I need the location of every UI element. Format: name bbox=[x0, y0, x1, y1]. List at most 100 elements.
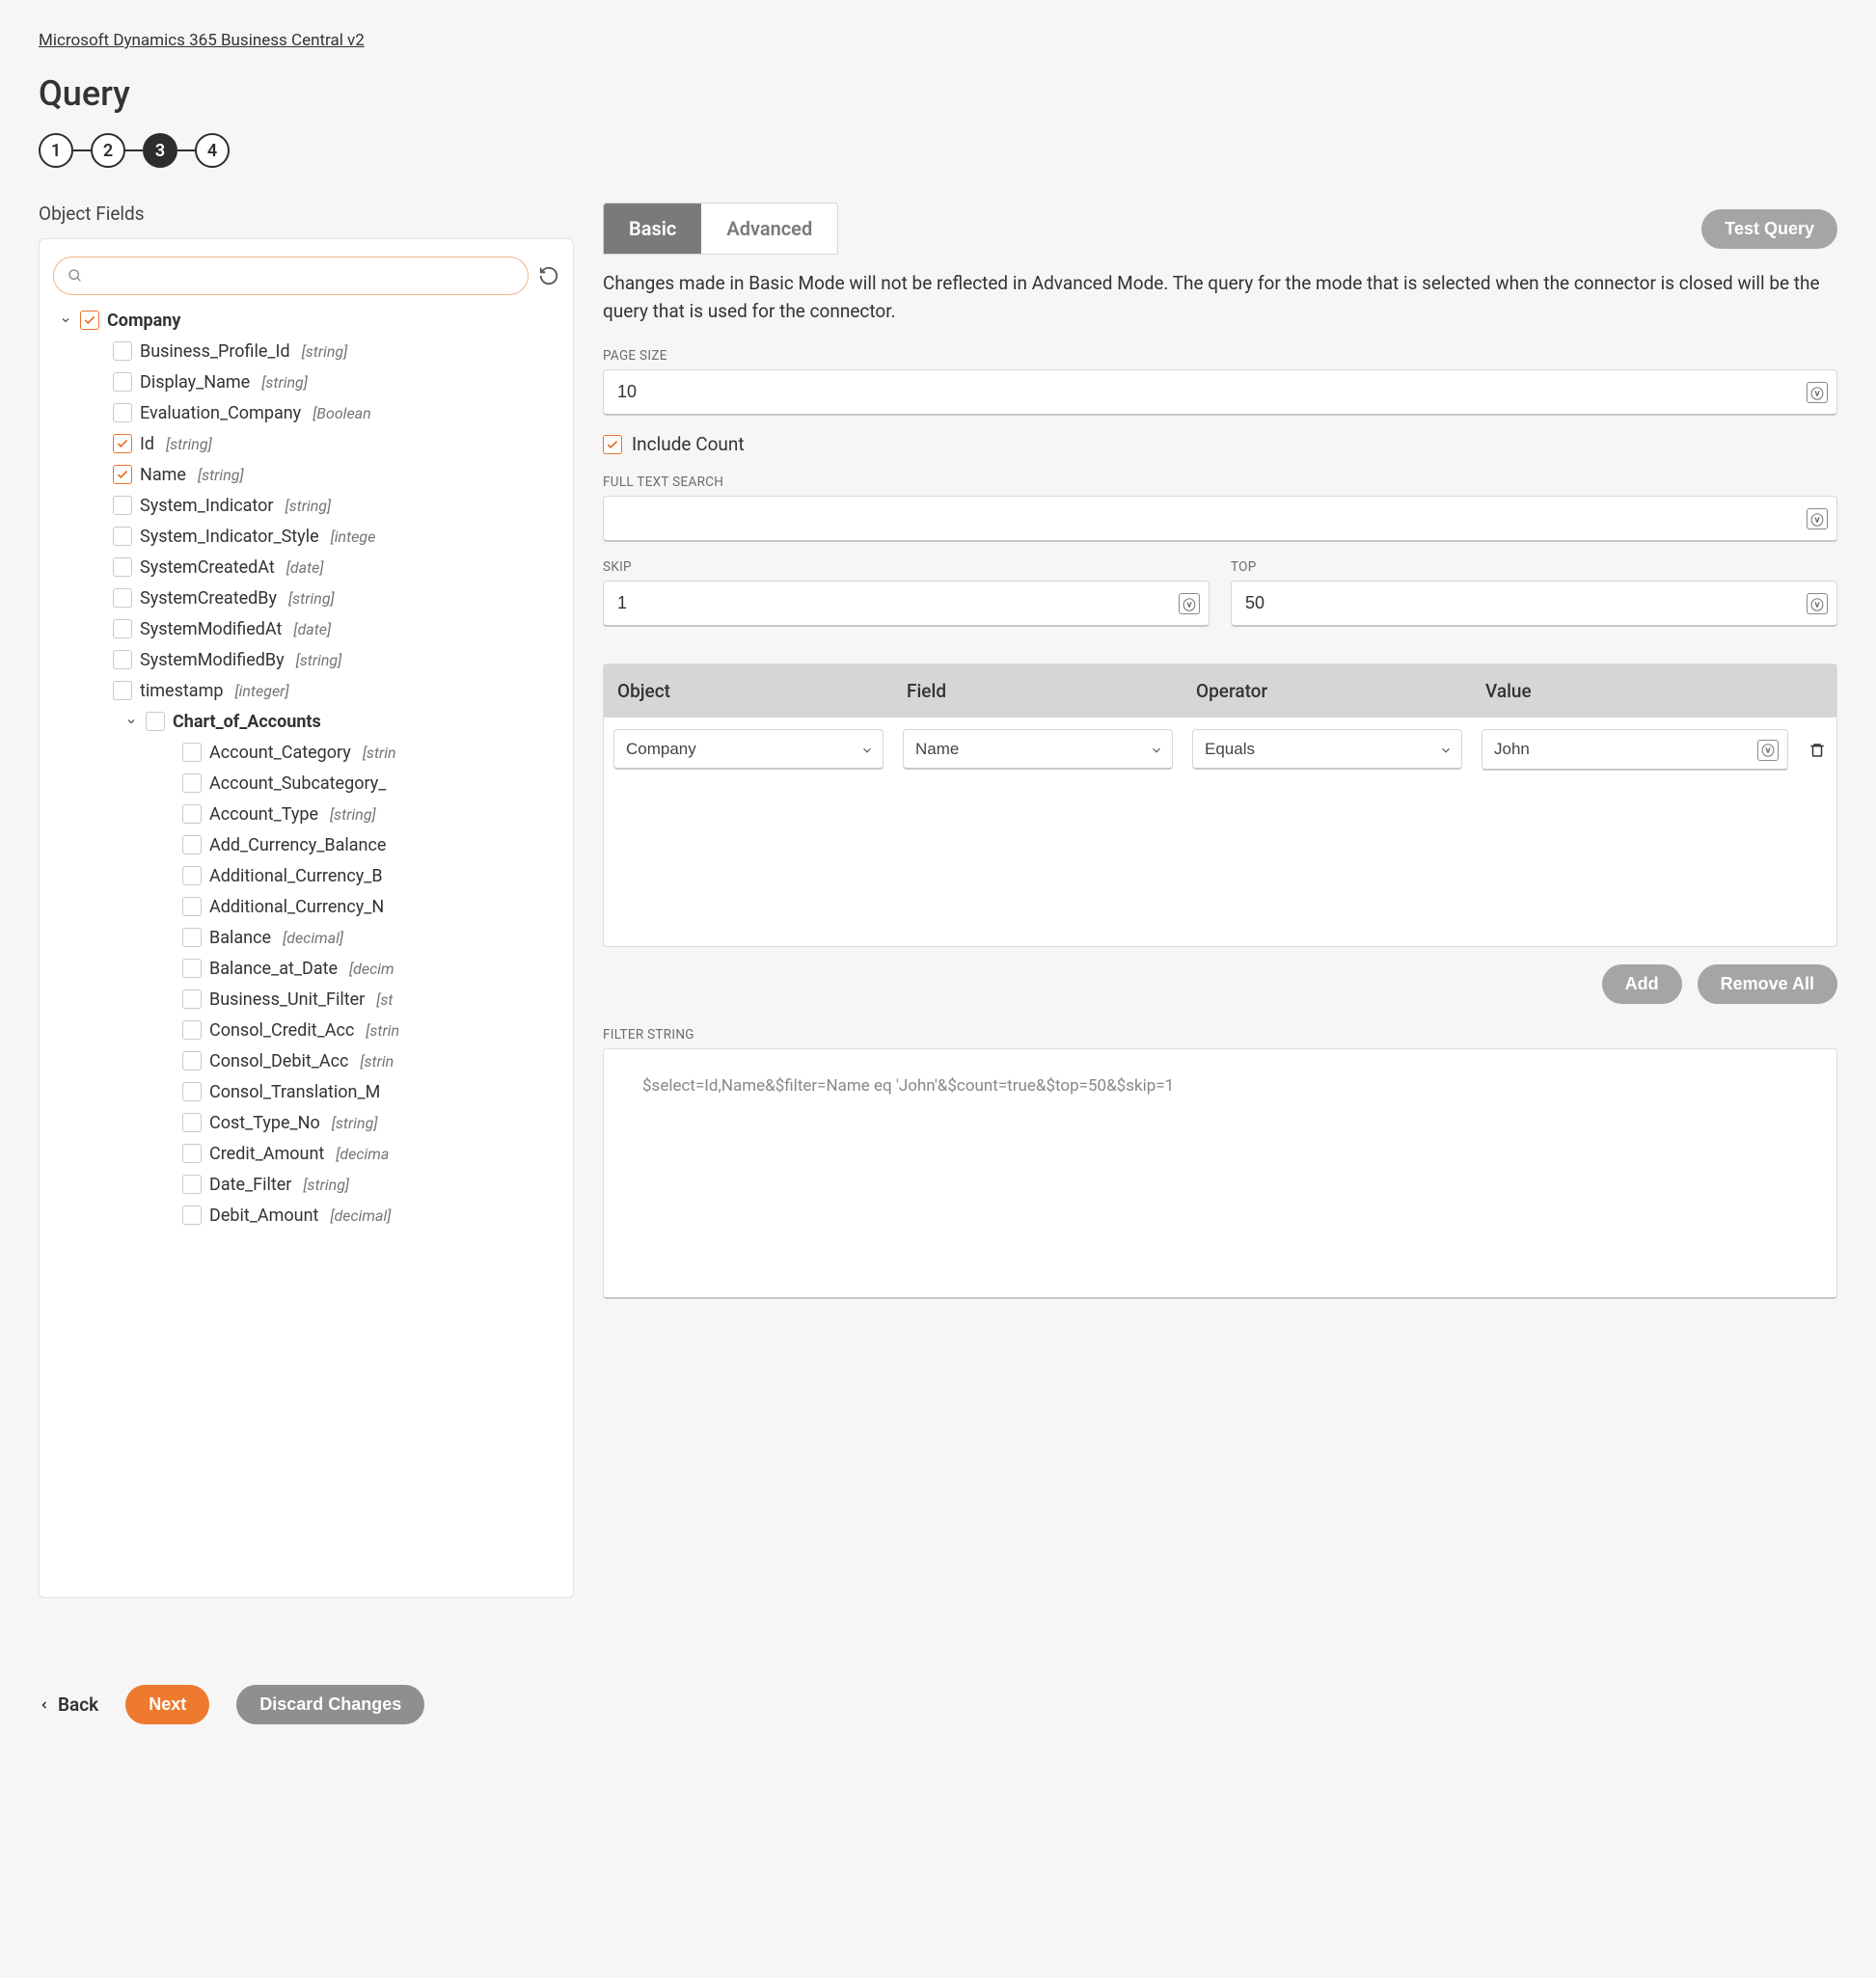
variable-icon[interactable]: ⓥ bbox=[1807, 382, 1828, 403]
tab-basic[interactable]: Basic bbox=[604, 203, 701, 254]
tree-checkbox[interactable] bbox=[182, 1051, 202, 1070]
tree-node[interactable]: Additional_Currency_B bbox=[53, 860, 559, 891]
remove-all-button[interactable]: Remove All bbox=[1698, 964, 1837, 1004]
top-input[interactable] bbox=[1231, 581, 1837, 627]
tree-checkbox[interactable] bbox=[182, 897, 202, 916]
tree-node[interactable]: Balance_at_Date[decim bbox=[53, 953, 559, 984]
tree-checkbox[interactable] bbox=[113, 619, 132, 638]
tree-node[interactable]: Add_Currency_Balance bbox=[53, 829, 559, 860]
filter-operator-select[interactable]: Equals bbox=[1192, 729, 1462, 770]
tree-checkbox[interactable] bbox=[113, 496, 132, 515]
tree-node[interactable]: Additional_Currency_N bbox=[53, 891, 559, 922]
tree-node[interactable]: Display_Name[string] bbox=[53, 366, 559, 397]
tree-checkbox[interactable] bbox=[80, 311, 99, 330]
tree-checkbox[interactable] bbox=[182, 835, 202, 854]
tree-node[interactable]: Date_Filter[string] bbox=[53, 1169, 559, 1200]
breadcrumb-link[interactable]: Microsoft Dynamics 365 Business Central … bbox=[39, 31, 365, 50]
tree-label: Consol_Credit_Acc bbox=[209, 1020, 354, 1041]
filter-object-select[interactable]: Company bbox=[613, 729, 884, 770]
tree-node[interactable]: timestamp[integer] bbox=[53, 675, 559, 706]
tree-checkbox[interactable] bbox=[182, 1113, 202, 1132]
tree-checkbox[interactable] bbox=[113, 557, 132, 577]
filter-table: Object Field Operator Value Company bbox=[603, 664, 1837, 947]
tree-checkbox[interactable] bbox=[113, 341, 132, 361]
tab-advanced[interactable]: Advanced bbox=[701, 203, 837, 254]
step-1[interactable]: 1 bbox=[39, 133, 73, 168]
variable-icon[interactable]: ⓥ bbox=[1807, 593, 1828, 614]
tree-node[interactable]: Account_Category[strin bbox=[53, 737, 559, 768]
tree-node[interactable]: Consol_Debit_Acc[strin bbox=[53, 1045, 559, 1076]
filter-value-input[interactable] bbox=[1482, 729, 1788, 771]
tree-node[interactable]: SystemModifiedAt [date] bbox=[53, 613, 559, 644]
tree-checkbox[interactable] bbox=[182, 804, 202, 824]
tree-checkbox[interactable] bbox=[182, 1020, 202, 1040]
tree-node[interactable]: Credit_Amount[decima bbox=[53, 1138, 559, 1169]
tree-checkbox[interactable] bbox=[182, 989, 202, 1009]
tree-node[interactable]: Consol_Translation_M bbox=[53, 1076, 559, 1107]
tree-label: SystemModifiedAt bbox=[140, 619, 282, 639]
variable-icon[interactable]: ⓥ bbox=[1179, 593, 1200, 614]
discard-changes-button[interactable]: Discard Changes bbox=[236, 1685, 424, 1724]
variable-icon[interactable]: ⓥ bbox=[1807, 508, 1828, 529]
tree-node[interactable]: Balance[decimal] bbox=[53, 922, 559, 953]
tree-node[interactable]: Cost_Type_No[string] bbox=[53, 1107, 559, 1138]
tree-checkbox[interactable] bbox=[113, 434, 132, 453]
tree-node[interactable]: System_Indicator[string] bbox=[53, 490, 559, 521]
column-operator: Operator bbox=[1183, 664, 1472, 718]
tree-checkbox[interactable] bbox=[113, 527, 132, 546]
tree-node[interactable]: SystemCreatedBy[string] bbox=[53, 583, 559, 613]
test-query-button[interactable]: Test Query bbox=[1701, 209, 1837, 249]
full-text-input[interactable] bbox=[603, 496, 1837, 542]
tree-node[interactable]: Evaluation_Company[Boolean bbox=[53, 397, 559, 428]
tree-checkbox[interactable] bbox=[146, 712, 165, 731]
tree-node[interactable]: Business_Unit_Filter[st bbox=[53, 984, 559, 1015]
field-search-input[interactable] bbox=[53, 257, 529, 295]
tree-checkbox[interactable] bbox=[113, 372, 132, 392]
delete-row-icon[interactable] bbox=[1808, 742, 1826, 759]
tree-node[interactable]: Name[string] bbox=[53, 459, 559, 490]
tree-node[interactable]: Id[string] bbox=[53, 428, 559, 459]
tree-checkbox[interactable] bbox=[182, 928, 202, 947]
tree-node[interactable]: Consol_Credit_Acc[strin bbox=[53, 1015, 559, 1045]
tree-node[interactable]: Chart_of_Accounts bbox=[53, 706, 559, 737]
tree-checkbox[interactable] bbox=[113, 681, 132, 700]
filter-field-select[interactable]: Name bbox=[903, 729, 1173, 770]
page-size-input[interactable] bbox=[603, 369, 1837, 416]
tree-node[interactable]: Business_Profile_Id[string] bbox=[53, 336, 559, 366]
tree-checkbox[interactable] bbox=[113, 465, 132, 484]
caret-icon[interactable] bbox=[124, 716, 138, 727]
step-4[interactable]: 4 bbox=[195, 133, 230, 168]
tree-checkbox[interactable] bbox=[182, 959, 202, 978]
tree-node[interactable]: Company bbox=[53, 305, 559, 336]
tree-checkbox[interactable] bbox=[182, 743, 202, 762]
skip-input[interactable] bbox=[603, 581, 1210, 627]
tree-checkbox[interactable] bbox=[182, 1206, 202, 1225]
tree-checkbox[interactable] bbox=[113, 588, 132, 608]
tree-checkbox[interactable] bbox=[113, 650, 132, 669]
add-filter-button[interactable]: Add bbox=[1602, 964, 1682, 1004]
tree-node[interactable]: Account_Subcategory_ bbox=[53, 768, 559, 799]
tree-type: [date] bbox=[293, 620, 331, 638]
tree-node[interactable]: Account_Type[string] bbox=[53, 799, 559, 829]
variable-icon[interactable]: ⓥ bbox=[1757, 740, 1779, 761]
back-button[interactable]: Back bbox=[39, 1693, 98, 1716]
tree-node[interactable]: SystemCreatedAt[date] bbox=[53, 552, 559, 583]
tree-checkbox[interactable] bbox=[182, 1175, 202, 1194]
include-count-checkbox[interactable] bbox=[603, 435, 622, 454]
tree-node[interactable]: System_Indicator_Style[intege bbox=[53, 521, 559, 552]
tree-checkbox[interactable] bbox=[182, 1082, 202, 1101]
next-button[interactable]: Next bbox=[125, 1685, 209, 1724]
tree-node[interactable]: Debit_Amount[decimal] bbox=[53, 1200, 559, 1231]
refresh-icon[interactable] bbox=[538, 265, 559, 286]
step-3[interactable]: 3 bbox=[143, 133, 177, 168]
tree-label: System_Indicator bbox=[140, 496, 274, 516]
tree-checkbox[interactable] bbox=[182, 866, 202, 885]
tree-checkbox[interactable] bbox=[182, 1144, 202, 1163]
tree-node[interactable]: SystemModifiedBy[string] bbox=[53, 644, 559, 675]
mode-tabs: Basic Advanced bbox=[603, 203, 838, 255]
tree-checkbox[interactable] bbox=[113, 403, 132, 422]
tree-type: [Boolean bbox=[313, 404, 371, 422]
tree-checkbox[interactable] bbox=[182, 773, 202, 793]
step-2[interactable]: 2 bbox=[91, 133, 125, 168]
caret-icon[interactable] bbox=[59, 314, 72, 326]
